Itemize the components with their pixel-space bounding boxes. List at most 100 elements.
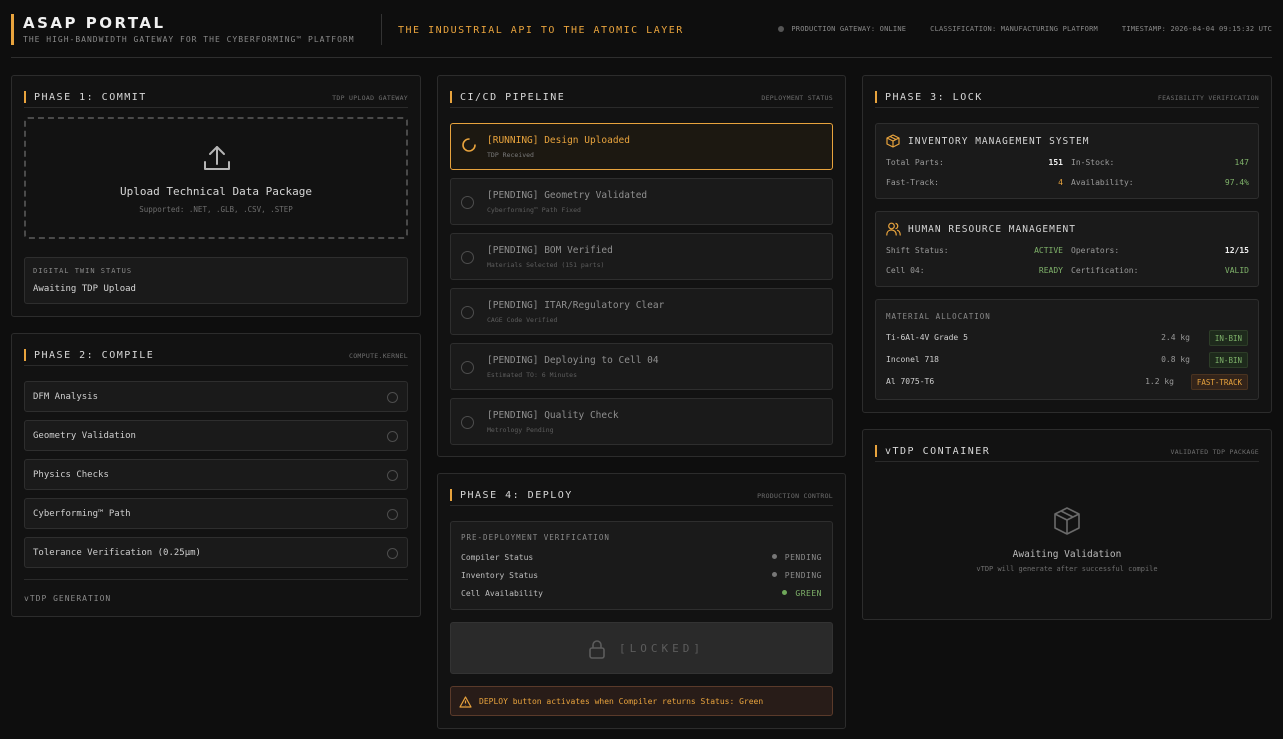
cell-status-value: READY [1038,266,1063,275]
spinner-icon [462,138,476,152]
phase2-header: PHASE 2: COMPILE COMPUTE.KERNEL [24,348,408,366]
phase1-tag: TDP UPLOAD GATEWAY [332,94,408,102]
status-badge: PENDING [771,553,822,562]
status-dot-icon [778,26,785,32]
twin-status-label: DIGITAL TWIN STATUS [33,267,133,275]
phase4-tag: PRODUCTION CONTROL [757,492,833,500]
certification-value: VALID [1224,266,1249,275]
timestamp: TIMESTAMP: 2026-04-04 09:15:32 UTC [1121,25,1272,33]
pending-circle-icon [461,416,474,429]
vtdp-generation-label: vTDP GENERATION [24,594,112,603]
deploy-button[interactable]: [LOCKED] [450,622,833,674]
phase4-panel: PHASE 4: DEPLOY PRODUCTION CONTROL PRE-D… [437,473,846,729]
pipeline-step[interactable]: [PENDING] Deploying to Cell 04 Estimated… [450,343,833,390]
pre-deployment-verification: PRE-DEPLOYMENT VERIFICATION Compiler Sta… [450,521,833,610]
upload-title: Upload Technical Data Package [119,185,313,198]
deploy-button-label: [LOCKED] [619,642,704,655]
twin-status-value: Awaiting TDP Upload [33,284,136,294]
brand-accent-bar [11,14,14,45]
header-meta: PRODUCTION GATEWAY: ONLINE CLASSIFICATIO… [778,25,1272,33]
digital-twin-status: DIGITAL TWIN STATUS Awaiting TDP Upload [24,257,408,304]
material-row: Inconel 718 0.8 kg IN-BIN [886,352,1248,368]
status-dot-icon [771,554,777,559]
status-dot-icon [782,590,788,595]
upload-formats: Supported: .NET, .GLB, .CSV, .STEP [139,205,293,214]
verification-row: Compiler Status PENDING [461,553,822,562]
vtdp-header: vTDP CONTAINER VALIDATED TDP PACKAGE [875,444,1259,462]
verification-title: PRE-DEPLOYMENT VERIFICATION [461,533,610,542]
vtdp-tag: VALIDATED TDP PACKAGE [1170,448,1259,456]
material-row: Al 7075-T6 1.2 kg FAST-TRACK [886,374,1248,390]
availability-value: 97.4% [1224,178,1249,187]
hr-card: HUMAN RESOURCE MANAGEMENT Shift Status: … [875,211,1259,287]
warning-icon [459,696,472,708]
pipeline-title: CI/CD PIPELINE [460,92,566,103]
fast-track-value: 4 [1058,178,1063,187]
operators-value: 12/15 [1224,246,1249,255]
vtdp-panel: vTDP CONTAINER VALIDATED TDP PACKAGE Awa… [862,429,1272,620]
pipeline-step[interactable]: [PENDING] BOM Verified Materials Selecte… [450,233,833,280]
compile-task[interactable]: Tolerance Verification (0.25µm) [24,537,408,568]
task-status-icon [387,509,398,520]
pending-circle-icon [461,251,474,264]
phase2-title: PHASE 2: COMPILE [34,350,155,361]
app-subtitle: THE HIGH-BANDWIDTH GATEWAY FOR THE CYBER… [23,35,355,44]
compile-task[interactable]: Geometry Validation [24,420,408,451]
material-row: Ti-6Al-4V Grade 5 2.4 kg IN-BIN [886,330,1248,346]
phase3-header: PHASE 3: LOCK FEASIBILITY VERIFICATION [875,90,1259,108]
compile-task[interactable]: Cyberforming™ Path [24,498,408,529]
compile-task[interactable]: DFM Analysis [24,381,408,412]
classification: CLASSIFICATION: MANUFACTURING PLATFORM [930,25,1098,33]
pipeline-step[interactable]: [RUNNING] Design Uploaded TDP Received [450,123,833,170]
pending-circle-icon [461,306,474,319]
deploy-warning: DEPLOY button activates when Compiler re… [450,686,833,716]
task-status-icon [387,470,398,481]
app-title: ASAP PORTAL [23,14,166,32]
material-title: MATERIAL ALLOCATION [886,312,991,321]
task-status-icon [387,392,398,403]
pending-circle-icon [461,361,474,374]
vtdp-status-sub: vTDP will generate after successful comp… [976,565,1158,573]
vtdp-title: vTDP CONTAINER [885,446,991,457]
upload-dropzone[interactable]: Upload Technical Data Package Supported:… [24,117,408,239]
phase3-panel: PHASE 3: LOCK FEASIBILITY VERIFICATION I… [862,75,1272,413]
phase1-panel: PHASE 1: COMMIT TDP UPLOAD GATEWAY Uploa… [11,75,421,317]
phase3-tag: FEASIBILITY VERIFICATION [1157,94,1259,102]
phase1-title: PHASE 1: COMMIT [34,92,147,103]
inventory-card: INVENTORY MANAGEMENT SYSTEM Total Parts:… [875,123,1259,199]
phase2-panel: PHASE 2: COMPILE COMPUTE.KERNEL DFM Anal… [11,333,421,617]
pipeline-header: CI/CD PIPELINE DEPLOYMENT STATUS [450,90,833,108]
phase4-title: PHASE 4: DEPLOY [460,490,573,501]
app-header: ASAP PORTAL THE HIGH-BANDWIDTH GATEWAY F… [0,0,1283,60]
pending-circle-icon [461,196,474,209]
in-stock-value: 147 [1234,158,1249,167]
status-badge: IN-BIN [1208,330,1248,346]
upload-icon [204,146,230,170]
gateway-status: PRODUCTION GATEWAY: ONLINE [778,25,906,33]
package-icon [1054,507,1080,535]
shift-status-value: ACTIVE [1034,246,1063,255]
verification-row: Inventory Status PENDING [461,571,822,580]
tagline: THE INDUSTRIAL API TO THE ATOMIC LAYER [398,25,684,36]
inventory-title: INVENTORY MANAGEMENT SYSTEM [908,136,1090,147]
phase1-header: PHASE 1: COMMIT TDP UPLOAD GATEWAY [24,90,408,108]
task-status-icon [387,548,398,559]
status-badge: IN-BIN [1208,352,1248,368]
pipeline-panel: CI/CD PIPELINE DEPLOYMENT STATUS [RUNNIN… [437,75,846,457]
phase2-tag: COMPUTE.KERNEL [349,352,408,360]
vtdp-status: Awaiting Validation [1012,549,1122,560]
status-badge: PENDING [771,571,822,580]
hr-title: HUMAN RESOURCE MANAGEMENT [908,224,1076,235]
verification-row: Cell Availability GREEN [461,589,822,598]
material-allocation-card: MATERIAL ALLOCATION Ti-6Al-4V Grade 5 2.… [875,299,1259,400]
compile-task[interactable]: Physics Checks [24,459,408,490]
warning-text: DEPLOY button activates when Compiler re… [479,697,764,706]
pipeline-step[interactable]: [PENDING] Quality Check Metrology Pendin… [450,398,833,445]
total-parts-value: 151 [1048,158,1063,167]
task-status-icon [387,431,398,442]
box-icon [886,134,900,148]
pipeline-step[interactable]: [PENDING] Geometry Validated Cyberformin… [450,178,833,225]
users-icon [886,222,901,236]
pipeline-step[interactable]: [PENDING] ITAR/Regulatory Clear CAGE Cod… [450,288,833,335]
phase3-title: PHASE 3: LOCK [885,92,983,103]
